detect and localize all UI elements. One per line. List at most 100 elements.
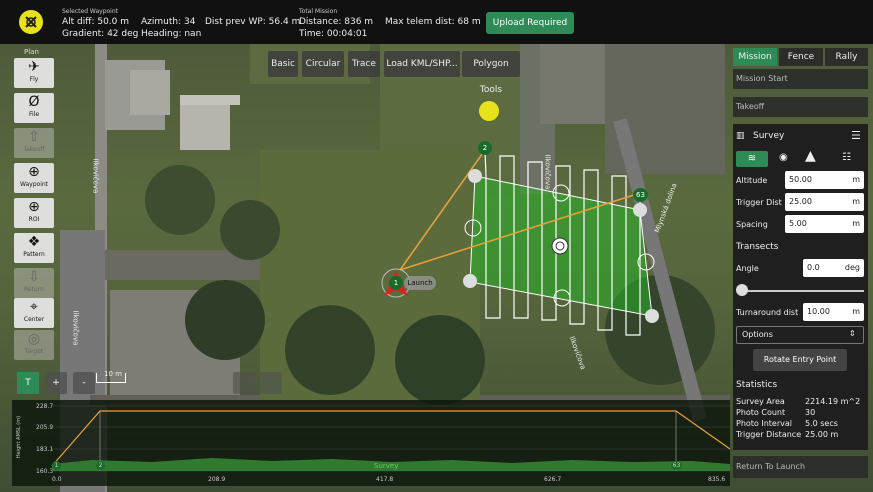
elev-wp-marker[interactable]: 63 [671,461,682,470]
turnaround-dist-unit: m [852,307,860,316]
takeoff-label: Takeoff [23,146,45,153]
fly-button[interactable]: ✈ Fly [14,58,54,88]
rotate-entry-point-button[interactable]: Rotate Entry Point [753,349,847,371]
waypoint-2-marker[interactable]: 2 [478,141,492,155]
turnaround-dist-label: Turnaround dist [736,308,799,317]
altitude-label: Altitude [736,176,768,185]
vertex-handle [468,169,482,183]
angle-slider-track[interactable] [741,290,864,292]
trigger-dist-value: 25.00 [789,197,812,206]
plus-circle-icon: ⊕ [28,164,40,180]
spacing-unit: m [852,219,860,228]
trigger-dist-unit: m [852,197,860,206]
transects-tab-icon[interactable]: ≋ [736,151,768,167]
elev-wp-marker[interactable]: 2 [96,461,105,470]
altitude-field[interactable]: 50.00 m [785,171,864,189]
takeoff-icon: ⇧ [28,129,40,145]
zoom-in-button[interactable]: + [45,372,67,394]
fly-label: Fly [29,76,39,83]
elevation-plot [51,405,730,472]
trigger-dist-field[interactable]: 25.00 m [785,193,864,211]
takeoff-button[interactable]: ⇧ Takeoff [14,128,54,158]
roi-button[interactable]: ⊕ ROI [14,198,54,228]
trace-button[interactable]: Trace [348,51,380,77]
camera-tab-icon[interactable]: ◉ [779,152,788,163]
altitude-unit: m [852,175,860,184]
polygon-tools-button[interactable]: Polygon Tools [462,51,520,95]
pattern-button[interactable]: ❖ Pattern [14,233,54,263]
waypoint-1-marker[interactable]: 1 [389,276,403,290]
tab-fence[interactable]: Fence [779,48,823,66]
plan-label: Plan [24,48,39,56]
options-dropdown[interactable]: Options ⇕ [736,326,864,344]
alt-diff: Alt diff: 50.0 m [62,17,130,27]
vertex-handle [633,203,647,217]
center-button[interactable]: ⌖ Center [14,298,54,328]
tab-rally[interactable]: Rally [825,48,868,66]
turnaround-dist-value: 10.00 [807,307,830,316]
azimuth: Azimuth: 34 [141,17,196,27]
statistics-title: Statistics [736,380,778,390]
dist-prev-wp: Dist prev WP: 56.4 m [205,17,301,27]
app-logo-icon[interactable] [19,10,43,34]
survey-editor: ▥ Survey ☰ ≋ ◉ ▲ ☷ Altitude 50.00 m Trigg… [733,124,868,450]
stat-label: Photo Count [736,408,786,417]
return-button[interactable]: ⇩ Return [14,268,54,298]
scale-label: 10 m [104,370,122,378]
return-to-launch-item[interactable]: Return To Launch [733,456,868,478]
stat-label: Photo Interval [736,419,792,428]
tab-mission[interactable]: Mission [733,48,777,66]
file-icon: Ø [28,94,40,110]
launch-label: Launch [404,276,436,290]
spacing-label: Spacing [736,220,768,229]
waypoint-button[interactable]: ⊕ Waypoint [14,163,54,193]
survey-icon: ▥ [736,131,745,141]
angle-field[interactable]: 0.0 deg [803,259,864,277]
circular-button[interactable]: Circular [302,51,344,77]
return-icon: ⇩ [28,269,40,285]
stat-value: 5.0 secs [805,419,838,428]
survey-title: Survey [753,131,785,141]
total-mission-title: Total Mission [299,8,338,15]
waypoint-63-marker[interactable]: 63 [633,188,648,202]
target-label: Target [24,348,44,355]
pattern-icon: ❖ [27,234,41,250]
stat-value: 2214.19 m^2 [805,397,861,406]
spacing-field[interactable]: 5.00 m [785,215,864,233]
upload-required-button[interactable]: Upload Required [486,12,574,34]
mission-start-item[interactable]: Mission Start [733,69,868,89]
roi-label: ROI [28,216,40,223]
takeoff-item[interactable]: Takeoff [733,97,868,117]
map-control-button[interactable] [260,372,282,394]
zoom-out-button[interactable]: - [73,372,95,394]
x-tick: 835.6 [708,476,726,483]
crosshair-icon: ⌖ [30,299,38,315]
stat-value: 25.00 m [805,430,839,439]
terrain-tab-icon[interactable]: ▲ [805,148,816,164]
vertex-handle [463,274,477,288]
angle-slider-handle[interactable] [736,284,748,296]
sliders-tab-icon[interactable]: ☷ [842,152,851,163]
x-tick: 208.9 [208,476,226,483]
spacing-value: 5.00 [789,219,807,228]
elevation-profile: Height AMSL (m) 228.7 205.9 183.1 160.3 … [12,400,730,486]
file-button[interactable]: Ø File [14,93,54,123]
x-tick: 0.0 [52,476,62,483]
stat-label: Survey Area [736,397,785,406]
map-control-button[interactable] [233,372,255,394]
turnaround-dist-field[interactable]: 10.00 m [803,303,864,321]
hamburger-menu-icon[interactable]: ☰ [851,129,861,142]
basic-button[interactable]: Basic [268,51,298,77]
elev-wp-marker[interactable]: 1 [52,461,61,470]
file-label: File [28,111,40,118]
zoom-toggle-button[interactable]: T [17,372,39,394]
stat-label: Trigger Distance [736,430,802,439]
target-button[interactable]: ◎ Target [14,330,54,360]
angle-unit: deg [844,263,860,272]
stat-value: 30 [805,408,816,417]
return-label: Return [24,286,44,293]
vertex-handle [645,309,659,323]
load-kml-button[interactable]: Load KML/SHP... [384,51,460,77]
vehicle-home-icon [479,101,499,121]
heading: Heading: nan [141,29,202,39]
